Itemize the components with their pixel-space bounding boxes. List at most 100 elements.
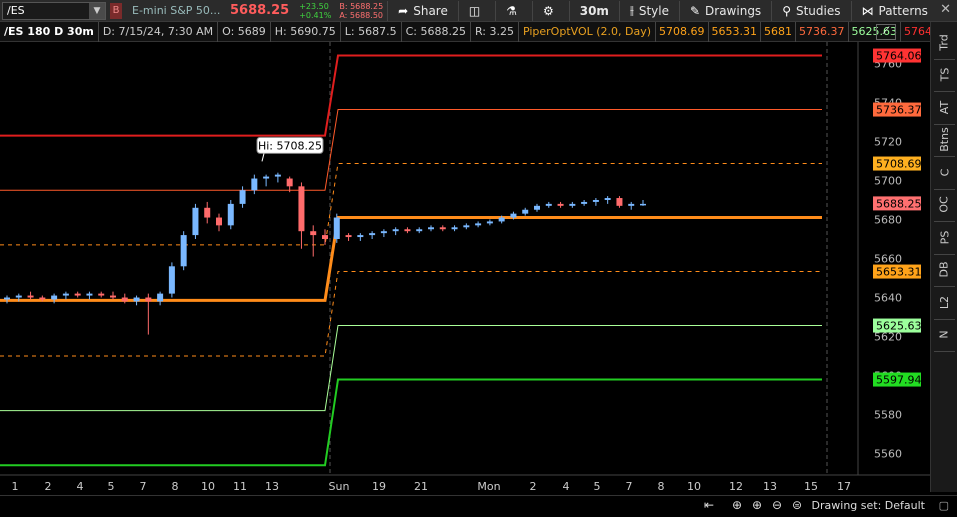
drawings-button[interactable]: ✎ Drawings	[684, 1, 767, 21]
candle-body	[392, 229, 399, 232]
candle-body	[145, 297, 152, 302]
candle-body	[345, 235, 352, 238]
candle-body	[498, 217, 505, 222]
candle-body	[510, 213, 517, 218]
style-button[interactable]: ⫲ Style	[624, 1, 675, 21]
candle-body	[27, 295, 34, 298]
candle-body	[62, 293, 69, 296]
level-line-red-thin	[0, 109, 822, 191]
tab-ps[interactable]: PS	[931, 221, 957, 254]
bottom-bar: ⇤ ⊕ ⊕ ⊖ ⊜ Drawing set: Default ▢	[0, 495, 957, 517]
beaker-icon: ⚗	[506, 3, 517, 18]
tab-divider	[934, 351, 955, 352]
candle-body	[451, 227, 458, 230]
grid-icon: ◫	[468, 3, 481, 18]
candle-body	[180, 235, 187, 267]
flexible-grid-button[interactable]: ◫	[463, 1, 491, 21]
candle-body	[251, 178, 258, 191]
tab-btns[interactable]: Btns	[931, 124, 957, 157]
x-tick-label: 10	[687, 480, 701, 493]
x-tick-label: 8	[172, 480, 179, 493]
change-pct: +0.41%	[299, 10, 332, 20]
chart-toolbar: /ES ▼ B E-mini S&P 50... 5688.25 +23.50 …	[0, 0, 957, 22]
candle-body	[616, 198, 623, 206]
candle-body	[133, 297, 140, 302]
x-tick-label: 5	[594, 480, 601, 493]
candle-body	[39, 297, 46, 300]
study-label[interactable]: PiperOptVOL (2.0, Day)	[519, 21, 657, 42]
expand-icon[interactable]: ▢	[939, 499, 949, 512]
study-value-2: 5681	[761, 21, 797, 42]
study-value-1: 5653.31	[709, 21, 762, 42]
tab-oc[interactable]: OC	[931, 189, 957, 222]
x-tick-label: 13	[763, 480, 777, 493]
divider	[495, 0, 497, 21]
change-block: +23.50 +0.41%	[299, 2, 331, 20]
candle-body	[439, 227, 446, 230]
pan-icon[interactable]: ⊕	[732, 498, 742, 512]
candle-body	[98, 293, 105, 296]
y-tick-label: 5720	[874, 135, 902, 148]
chart-symbol-label[interactable]: /ES 180 D 30m	[0, 21, 99, 42]
candle-body	[51, 295, 58, 300]
bid-price: B: 5688.25	[339, 1, 384, 11]
candle-body	[380, 231, 387, 234]
candle-body	[15, 295, 22, 298]
scroll-left-icon[interactable]: ⇤	[704, 498, 714, 512]
timeframe-button[interactable]: 30m	[574, 1, 615, 21]
candle-body	[157, 293, 164, 302]
y-tick-label: 5660	[874, 253, 902, 266]
candle-body	[216, 217, 222, 226]
close-icon[interactable]: ✕	[940, 2, 951, 17]
level-line-green	[0, 378, 822, 467]
tab-n[interactable]: N	[931, 319, 957, 352]
divider	[678, 0, 680, 21]
studies-button[interactable]: ⚲ Studies	[776, 1, 846, 21]
tab-db[interactable]: DB	[931, 254, 957, 287]
patterns-button[interactable]: ⋈ Patterns	[856, 1, 934, 21]
tab-l2[interactable]: L2	[931, 286, 957, 319]
candle-body	[640, 203, 646, 206]
zoom-out-icon[interactable]: ⊖	[772, 498, 782, 512]
timeframe-label: 30m	[579, 3, 609, 18]
divider	[387, 0, 389, 21]
candle-body	[569, 203, 576, 206]
candle-body	[239, 190, 246, 204]
candle-body	[475, 223, 482, 226]
symbol-selector[interactable]: /ES ▼	[2, 1, 106, 20]
divider	[457, 0, 459, 21]
tab-at[interactable]: AT	[931, 91, 957, 124]
change-abs: +23.50	[299, 1, 329, 11]
chart-mode-icon[interactable]: ⟋	[876, 24, 896, 40]
price-label-text: 5764.06	[876, 50, 922, 63]
candle-body	[286, 178, 293, 187]
studies-label: Studies	[795, 3, 841, 18]
drawing-set-label[interactable]: Drawing set: Default	[812, 499, 925, 512]
candle-body	[416, 229, 423, 232]
ask-price: A: 5688.50	[339, 10, 383, 20]
zoom-in-icon[interactable]: ⊕	[752, 498, 762, 512]
bar-open: O: 5689	[218, 21, 271, 42]
zoom-reset-icon[interactable]: ⊜	[792, 498, 802, 512]
price-label-text: 5625.63	[876, 320, 922, 333]
beaker-button[interactable]: ⚗	[500, 1, 528, 21]
price-chart[interactable]: Hi: 5708.2555605580560056205640566056805…	[0, 42, 930, 495]
broker-badge: B	[110, 2, 122, 19]
candle-body	[557, 203, 564, 206]
bar-date: D: 7/15/24, 7:30 AM	[99, 21, 219, 42]
tab-trd[interactable]: Trd	[931, 26, 957, 59]
tab-ts[interactable]: TS	[931, 59, 957, 92]
gear-icon: ⚙	[542, 3, 554, 18]
x-tick-label: 4	[77, 480, 84, 493]
chevron-down-icon[interactable]: ▼	[89, 2, 105, 19]
candle-body	[486, 221, 493, 224]
candle-body	[592, 199, 599, 202]
candle-body	[404, 229, 411, 232]
x-tick-label: 7	[626, 480, 633, 493]
candle-body	[110, 295, 116, 298]
tab-c[interactable]: C	[931, 156, 957, 189]
settings-button[interactable]: ⚙	[537, 1, 565, 21]
level-line-orange	[0, 216, 822, 302]
share-button[interactable]: ➦ Share	[392, 1, 454, 21]
chart-info-bar: /ES 180 D 30m D: 7/15/24, 7:30 AM O: 568…	[0, 21, 954, 42]
